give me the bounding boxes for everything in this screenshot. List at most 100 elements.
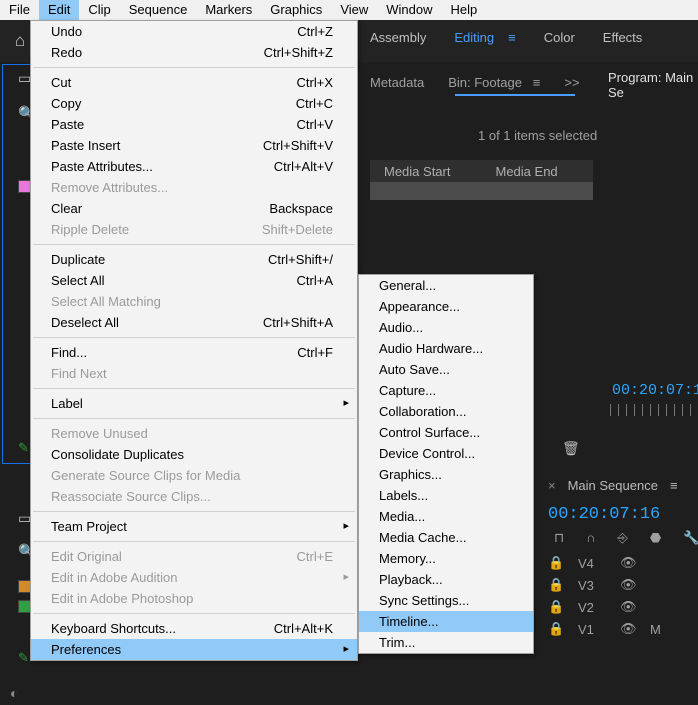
menu-item-label: Labels... [379, 488, 428, 503]
menu-item-copy[interactable]: CopyCtrl+C [31, 93, 357, 114]
menu-item-media[interactable]: Media... [359, 506, 533, 527]
menu-item-memory[interactable]: Memory... [359, 548, 533, 569]
wrench-icon[interactable]: 🔧 [683, 530, 698, 546]
menu-item-trim[interactable]: Trim... [359, 632, 533, 653]
track-v2[interactable]: 🔒V2👁 [548, 596, 698, 618]
hamburger-icon[interactable]: ≡ [533, 75, 541, 90]
menu-item-select-all[interactable]: Select AllCtrl+A [31, 270, 357, 291]
menu-item-cut[interactable]: CutCtrl+X [31, 72, 357, 93]
menu-help[interactable]: Help [442, 0, 487, 20]
eye-icon[interactable]: 👁 [620, 577, 634, 593]
menu-item-label: Deselect All [51, 315, 119, 330]
menu-graphics[interactable]: Graphics [261, 0, 331, 20]
track-v1[interactable]: 🔒V1👁M [548, 618, 698, 640]
workspace-color[interactable]: Color [544, 30, 575, 45]
menu-item-audio-hardware[interactable]: Audio Hardware... [359, 338, 533, 359]
menu-item-playback[interactable]: Playback... [359, 569, 533, 590]
sequence-name[interactable]: Main Sequence [568, 478, 658, 493]
creative-cloud-icon[interactable]: ◐ [10, 685, 18, 701]
tab-program[interactable]: Program: Main Se [608, 70, 698, 100]
menu-item-shortcut: Ctrl+V [297, 117, 333, 132]
lock-icon[interactable]: 🔒 [548, 599, 562, 615]
magnet-icon[interactable]: ∩ [586, 530, 595, 546]
menu-item-audio[interactable]: Audio... [359, 317, 533, 338]
menu-item-undo[interactable]: UndoCtrl+Z [31, 21, 357, 42]
selection-status: 1 of 1 items selected [478, 128, 597, 143]
menu-item-sync-settings[interactable]: Sync Settings... [359, 590, 533, 611]
timeline-timecode[interactable]: 00:20:07:16 [548, 505, 660, 524]
menu-item-find[interactable]: Find...Ctrl+F [31, 342, 357, 363]
menu-item-shortcut: Ctrl+E [297, 549, 333, 564]
close-icon[interactable]: × [548, 478, 556, 493]
eye-icon[interactable]: 👁 [620, 555, 634, 571]
tab-bin[interactable]: Bin: Footage ≡ [448, 75, 540, 90]
menu-item-shortcut: Ctrl+A [297, 273, 333, 288]
menu-item-control-surface[interactable]: Control Surface... [359, 422, 533, 443]
mute-toggle[interactable]: M [650, 622, 664, 637]
menu-item-team-project[interactable]: Team Project [31, 516, 357, 537]
workspace-effects[interactable]: Effects [603, 30, 643, 45]
track-v4[interactable]: 🔒V4👁 [548, 552, 698, 574]
menu-item-paste-insert[interactable]: Paste InsertCtrl+Shift+V [31, 135, 357, 156]
menu-item-deselect-all[interactable]: Deselect AllCtrl+Shift+A [31, 312, 357, 333]
menu-item-label: Audio Hardware... [379, 341, 483, 356]
menu-item-auto-save[interactable]: Auto Save... [359, 359, 533, 380]
edit-icon[interactable]: ✎ [18, 650, 29, 666]
track-v3[interactable]: 🔒V3👁 [548, 574, 698, 596]
menu-item-paste-attributes[interactable]: Paste Attributes...Ctrl+Alt+V [31, 156, 357, 177]
col-media-end[interactable]: Media End [482, 164, 594, 179]
menu-item-labels[interactable]: Labels... [359, 485, 533, 506]
edit-icon[interactable]: ✎ [18, 440, 29, 456]
eye-icon[interactable]: 👁 [620, 621, 634, 637]
workspace-menu-icon[interactable]: ≡ [508, 30, 516, 45]
workspace-editing[interactable]: Editing [454, 30, 494, 45]
col-media-start[interactable]: Media Start [370, 164, 482, 179]
menu-view[interactable]: View [331, 0, 377, 20]
lock-icon[interactable]: 🔒 [548, 621, 562, 637]
menu-sequence[interactable]: Sequence [120, 0, 197, 20]
track-headers: 🔒V4👁🔒V3👁🔒V2👁🔒V1👁M [548, 552, 698, 640]
menu-item-collaboration[interactable]: Collaboration... [359, 401, 533, 422]
lock-icon[interactable]: 🔒 [548, 577, 562, 593]
menu-item-label: Appearance... [379, 299, 460, 314]
menu-item-device-control[interactable]: Device Control... [359, 443, 533, 464]
hamburger-icon[interactable]: ≡ [670, 478, 678, 493]
menu-item-general[interactable]: General... [359, 275, 533, 296]
menu-item-redo[interactable]: RedoCtrl+Shift+Z [31, 42, 357, 63]
menu-item-consolidate-duplicates[interactable]: Consolidate Duplicates [31, 444, 357, 465]
snap-icon[interactable]: ⊓ [554, 530, 564, 546]
menu-item-graphics[interactable]: Graphics... [359, 464, 533, 485]
menu-item-clear[interactable]: ClearBackspace [31, 198, 357, 219]
menu-item-appearance[interactable]: Appearance... [359, 296, 533, 317]
menu-edit[interactable]: Edit [39, 0, 79, 20]
menu-markers[interactable]: Markers [196, 0, 261, 20]
menu-item-label: Capture... [379, 383, 436, 398]
source-ruler[interactable] [610, 404, 698, 416]
menu-item-label: Media... [379, 509, 425, 524]
menu-file[interactable]: File [0, 0, 39, 20]
menu-clip[interactable]: Clip [79, 0, 119, 20]
menu-item-keyboard-shortcuts[interactable]: Keyboard Shortcuts...Ctrl+Alt+K [31, 618, 357, 639]
menu-item-media-cache[interactable]: Media Cache... [359, 527, 533, 548]
link-icon[interactable]: ⎆ [618, 530, 628, 546]
tab-metadata[interactable]: Metadata [370, 75, 424, 90]
menu-item-preferences[interactable]: Preferences [31, 639, 357, 660]
bin-row-selected[interactable] [370, 182, 593, 200]
menu-item-label[interactable]: Label [31, 393, 357, 414]
menu-item-label: Generate Source Clips for Media [51, 468, 240, 483]
menu-item-timeline[interactable]: Timeline... [359, 611, 533, 632]
lock-icon[interactable]: 🔒 [548, 555, 562, 571]
eye-icon[interactable]: 👁 [620, 599, 634, 615]
menu-window[interactable]: Window [377, 0, 441, 20]
menu-item-paste[interactable]: Paste Ctrl+V [31, 114, 357, 135]
trash-icon[interactable]: 🗑 [562, 440, 580, 457]
chevron-double-right-icon[interactable]: >> [564, 75, 579, 90]
menu-item-remove-attributes: Remove Attributes... [31, 177, 357, 198]
menu-item-label: Sync Settings... [379, 593, 469, 608]
marker-icon[interactable]: ⬣ [650, 530, 661, 546]
menu-item-capture[interactable]: Capture... [359, 380, 533, 401]
menu-item-label: Paste [51, 117, 84, 132]
menu-item-duplicate[interactable]: DuplicateCtrl+Shift+/ [31, 249, 357, 270]
menu-item-label: Keyboard Shortcuts... [51, 621, 176, 636]
workspace-assembly[interactable]: Assembly [370, 30, 426, 45]
